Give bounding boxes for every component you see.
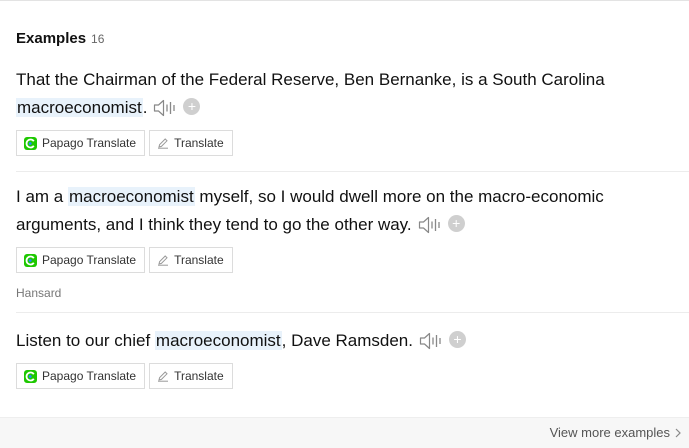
papago-translate-label: Papago Translate — [42, 136, 137, 150]
examples-title: Examples — [16, 30, 87, 47]
example-sentence: Listen to our chief macroeconomist, Dave… — [16, 327, 676, 355]
add-icon[interactable]: + — [183, 98, 201, 116]
example-source: Hansard — [16, 286, 62, 300]
speaker-icon[interactable] — [418, 215, 442, 233]
pencil-icon — [157, 370, 169, 382]
translate-label: Translate — [174, 136, 224, 150]
keyword-highlight[interactable]: macroeconomist — [154, 331, 282, 350]
example-item: Listen to our chief macroeconomist, Dave… — [16, 327, 676, 389]
papago-translate-button[interactable]: Papago Translate — [16, 130, 146, 156]
sentence-text: Listen to our chief — [16, 331, 155, 350]
divider — [16, 171, 689, 172]
papago-translate-button[interactable]: Papago Translate — [16, 363, 146, 389]
translate-button[interactable]: Translate — [149, 247, 233, 273]
translate-buttons: Papago Translate Translate — [16, 130, 676, 156]
translate-button[interactable]: Translate — [149, 130, 233, 156]
translate-button[interactable]: Translate — [149, 363, 233, 389]
speaker-icon[interactable] — [419, 331, 443, 349]
papago-translate-label: Papago Translate — [42, 369, 137, 383]
example-sentence: I am a macroeconomist myself, so I would… — [16, 183, 676, 239]
keyword-highlight[interactable]: macroeconomist — [67, 187, 195, 206]
speaker-icon[interactable] — [153, 98, 177, 116]
pencil-icon — [157, 254, 169, 266]
example-sentence: That the Chairman of the Federal Reserve… — [16, 66, 676, 122]
examples-count: 16 — [91, 32, 105, 46]
translate-label: Translate — [174, 369, 224, 383]
add-icon[interactable]: + — [448, 331, 466, 349]
papago-translate-button[interactable]: Papago Translate — [16, 247, 146, 273]
view-more-examples-link[interactable]: View more examples — [550, 425, 681, 440]
sentence-text: I am a — [16, 187, 68, 206]
top-border — [0, 0, 689, 1]
examples-header: Examples 16 — [16, 30, 104, 47]
sentence-text: That the Chairman of the Federal Reserve… — [16, 70, 605, 89]
view-more-label: View more examples — [549, 425, 670, 440]
papago-icon — [24, 369, 37, 383]
add-icon[interactable]: + — [447, 215, 465, 233]
divider — [16, 312, 689, 313]
footer-bar: View more examples — [0, 417, 689, 448]
sentence-text: , Dave Ramsden. — [281, 331, 413, 350]
example-item: I am a macroeconomist myself, so I would… — [16, 183, 676, 300]
papago-icon — [24, 136, 37, 150]
example-item: That the Chairman of the Federal Reserve… — [16, 66, 676, 156]
keyword-highlight[interactable]: macroeconomist — [16, 98, 143, 117]
papago-icon — [24, 253, 37, 267]
translate-label: Translate — [174, 253, 224, 267]
pencil-icon — [157, 137, 169, 149]
translate-buttons: Papago Translate Translate — [16, 363, 676, 389]
papago-translate-label: Papago Translate — [42, 253, 137, 267]
sentence-text: . — [142, 98, 148, 117]
translate-buttons: Papago Translate Translate — [16, 247, 676, 273]
chevron-right-icon — [675, 428, 681, 437]
